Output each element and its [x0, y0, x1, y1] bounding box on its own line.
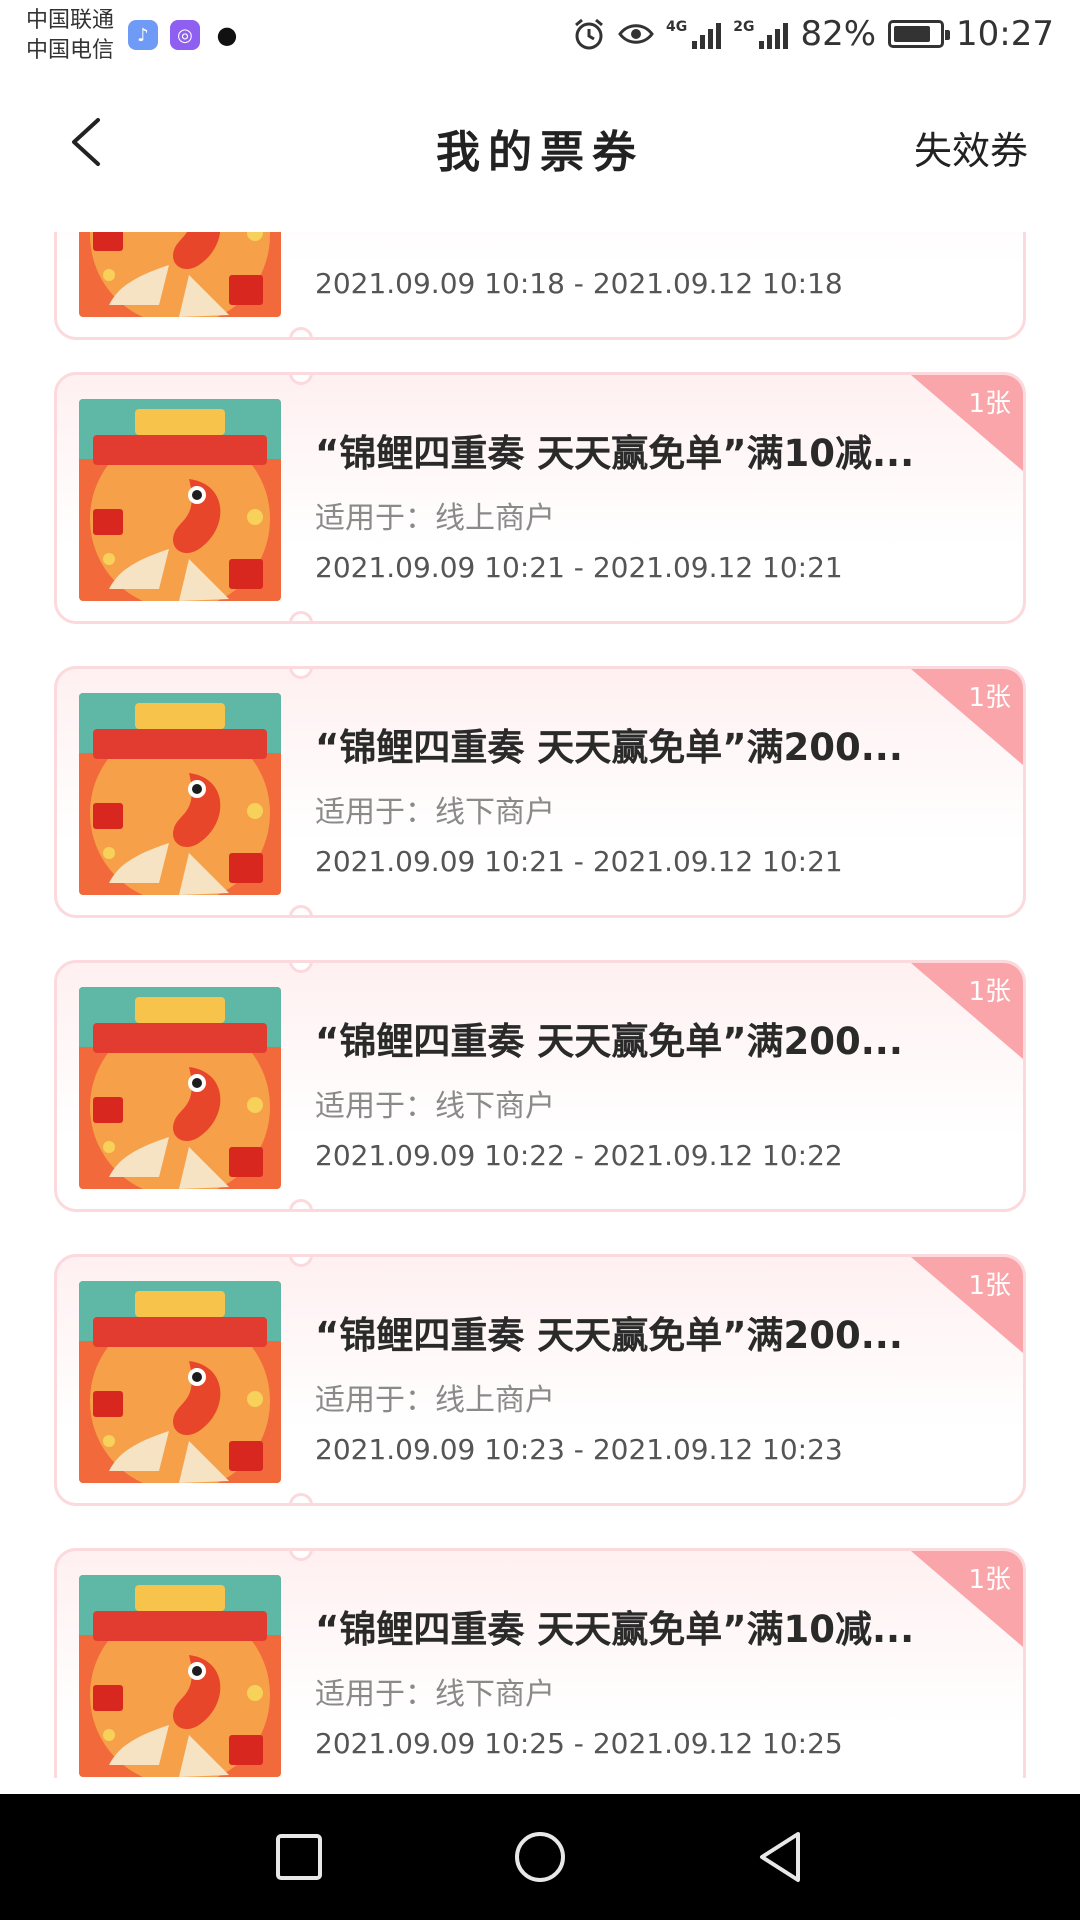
home-icon[interactable] [507, 1824, 573, 1890]
app-header: 我的票券 失效券 [0, 76, 1080, 212]
alarm-icon [575, 18, 603, 50]
ticket-notch [289, 905, 313, 915]
count-badge-label: 1张 [968, 389, 1011, 419]
ticket-scope: 适用于：线上商户 [315, 1383, 555, 1418]
ticket-notch [289, 1551, 313, 1561]
ticket-notch [289, 611, 313, 621]
signal-1-icon: 4G [665, 19, 722, 49]
status-bar: 中国联通 中国电信 ♪ ◎ ● 4G 2G 82% 10:27 [0, 0, 1080, 76]
ticket-card[interactable]: 2021.09.09 10:18 - 2021.09.12 10:18 [54, 232, 1026, 340]
screen: 中国联通 中国电信 ♪ ◎ ● 4G 2G 82% 10:27 我的票券 失效券… [0, 0, 1080, 1920]
ticket-thumbnail [79, 693, 281, 895]
battery-percent: 82% [800, 14, 877, 54]
ticket-title: “锦鲤四重奏 天天赢免单”满10减... [315, 1608, 915, 1651]
ticket-list[interactable]: 2021.09.09 10:18 - 2021.09.12 10:18 “锦鲤四… [0, 232, 1080, 1778]
ticket-scope: 适用于：线下商户 [315, 795, 555, 830]
ticket-card[interactable]: “锦鲤四重奏 天天赢免单”满200... 适用于：线上商户 2021.09.09… [54, 1254, 1026, 1506]
ticket-validity: 2021.09.09 10:22 - 2021.09.12 10:22 [315, 1139, 843, 1172]
ticket-scope: 适用于：线下商户 [315, 1089, 555, 1124]
count-badge-label: 1张 [968, 1271, 1011, 1301]
ticket-notch [289, 327, 313, 337]
status-app-icons: ♪ ◎ ● [128, 20, 242, 50]
recent-apps-icon[interactable] [266, 1824, 332, 1890]
ticket-validity: 2021.09.09 10:25 - 2021.09.12 10:25 [315, 1727, 843, 1760]
ticket-notch [289, 1257, 313, 1267]
ticket-thumbnail [79, 399, 281, 601]
ticket-card[interactable]: “锦鲤四重奏 天天赢免单”满10减... 适用于：线上商户 2021.09.09… [54, 372, 1026, 624]
eye-comfort-icon [618, 24, 654, 44]
count-badge-label: 1张 [968, 683, 1011, 713]
ticket-card[interactable]: “锦鲤四重奏 天天赢免单”满10减... 适用于：线下商户 2021.09.09… [54, 1548, 1026, 1778]
ticket-card[interactable]: “锦鲤四重奏 天天赢免单”满200... 适用于：线下商户 2021.09.09… [54, 960, 1026, 1212]
system-nav-bar [0, 1794, 1080, 1920]
penguin-app-icon: ● [212, 20, 242, 50]
ticket-title: “锦鲤四重奏 天天赢免单”满200... [315, 1314, 903, 1357]
ticket-validity: 2021.09.09 10:21 - 2021.09.12 10:21 [315, 845, 843, 878]
ticket-notch [289, 1493, 313, 1503]
ticket-notch [289, 1199, 313, 1209]
expired-coupons-link[interactable]: 失效券 [914, 120, 1028, 175]
battery-icon [888, 20, 951, 48]
carrier-info: 中国联通 中国电信 [26, 6, 114, 66]
ticket-notch [289, 375, 313, 385]
ticket-scope: 适用于：线下商户 [315, 1677, 555, 1712]
ticket-validity: 2021.09.09 10:18 - 2021.09.12 10:18 [315, 267, 843, 300]
ticket-thumbnail [79, 232, 281, 317]
ticket-title: “锦鲤四重奏 天天赢免单”满10减... [315, 432, 915, 475]
status-right: 4G 2G 82% 10:27 [572, 14, 1054, 54]
carrier-1: 中国联通 [26, 8, 115, 33]
network-2-label: 2G [733, 19, 755, 35]
ticket-validity: 2021.09.09 10:21 - 2021.09.12 10:21 [315, 551, 843, 584]
carrier-2: 中国电信 [26, 38, 115, 63]
back-nav-icon[interactable] [748, 1824, 814, 1890]
browser-app-icon: ◎ [170, 20, 200, 50]
music-app-icon: ♪ [128, 20, 158, 50]
count-badge-label: 1张 [968, 977, 1011, 1007]
ticket-thumbnail [79, 1575, 281, 1777]
count-badge-label: 1张 [968, 1565, 1011, 1595]
ticket-thumbnail [79, 1281, 281, 1483]
ticket-card[interactable]: “锦鲤四重奏 天天赢免单”满200... 适用于：线下商户 2021.09.09… [54, 666, 1026, 918]
ticket-scope: 适用于：线上商户 [315, 501, 555, 536]
ticket-title: “锦鲤四重奏 天天赢免单”满200... [315, 726, 903, 769]
ticket-notch [289, 963, 313, 973]
ticket-notch [289, 669, 313, 679]
ticket-thumbnail [79, 987, 281, 1189]
clock: 10:27 [956, 14, 1054, 54]
signal-2-icon: 2G [733, 19, 789, 49]
ticket-validity: 2021.09.09 10:23 - 2021.09.12 10:23 [315, 1433, 843, 1466]
network-1-label: 4G [665, 19, 688, 35]
ticket-title: “锦鲤四重奏 天天赢免单”满200... [315, 1020, 903, 1063]
